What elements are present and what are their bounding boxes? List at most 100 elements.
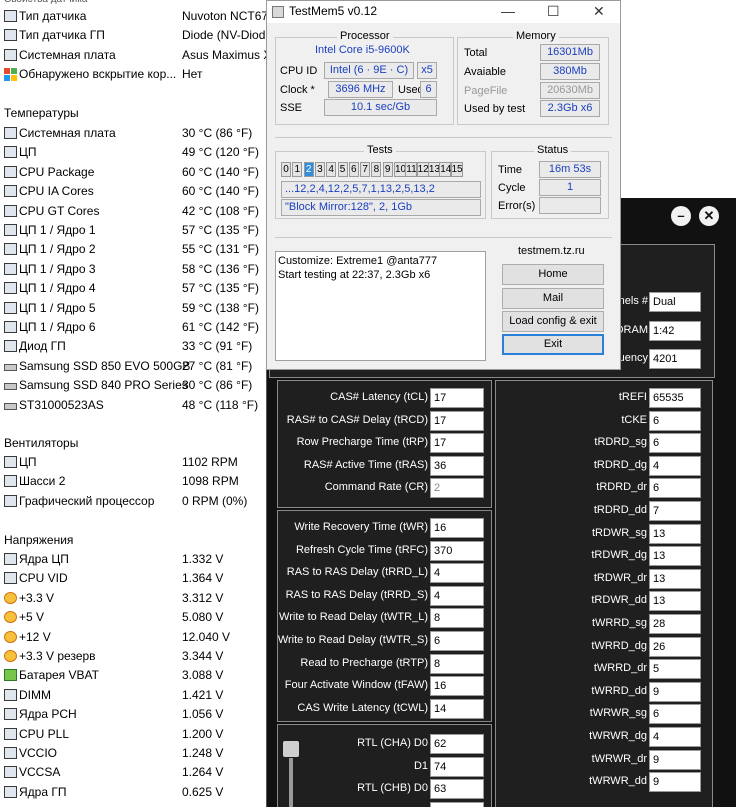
sensor-row[interactable]: CPU VID 1.364 V: [0, 569, 268, 588]
sensor-row[interactable]: CPU PLL 1.200 V: [0, 725, 268, 744]
sensor-row[interactable]: Тип датчика ГП Diode (NV-Diod: [0, 26, 268, 45]
test-cell[interactable]: 0: [281, 162, 291, 177]
sensor-row[interactable]: Samsung SSD 850 EVO 500GB 27 °C (81 °F): [0, 357, 268, 376]
timing-value[interactable]: 8: [430, 653, 484, 674]
timing-value[interactable]: 13: [649, 523, 701, 544]
timing-value[interactable]: Dual: [649, 292, 701, 312]
timing-value[interactable]: 1:42: [649, 320, 701, 341]
home-button[interactable]: Home: [502, 264, 604, 285]
title-bar[interactable]: TestMem5 v0.12 — ☐ ✕: [267, 1, 620, 23]
timing-value[interactable]: 13: [649, 546, 701, 567]
sensor-row[interactable]: Ядра ЦП 1.332 V: [0, 550, 268, 569]
sensor-row[interactable]: Тип датчика Nuvoton NCT67: [0, 7, 268, 26]
timing-value[interactable]: 7: [649, 501, 701, 521]
timing-value[interactable]: 4: [649, 727, 701, 747]
timing-value[interactable]: 9: [649, 749, 701, 770]
maximize-icon[interactable]: ☐: [547, 3, 560, 20]
timing-value[interactable]: 9: [649, 681, 701, 702]
test-cell[interactable]: 1: [292, 162, 303, 177]
load-config-exit-button[interactable]: Load config & exit: [502, 311, 604, 332]
timing-value[interactable]: 4201: [649, 349, 701, 369]
close-icon[interactable]: ✕: [699, 206, 719, 226]
test-cell[interactable]: 10: [394, 162, 406, 177]
sensor-row[interactable]: DIMM 1.421 V: [0, 686, 268, 705]
close-icon[interactable]: ✕: [593, 3, 605, 20]
timing-value[interactable]: 6: [649, 478, 701, 499]
sensor-row[interactable]: Ядра PCH 1.056 V: [0, 705, 268, 724]
timing-value[interactable]: 4: [649, 455, 701, 476]
sensor-row[interactable]: VCCSA 1.264 V: [0, 763, 268, 782]
test-cell[interactable]: 6: [348, 162, 359, 177]
timing-value[interactable]: 6: [649, 410, 701, 431]
sensor-row[interactable]: CPU GT Cores 42 °C (108 °F): [0, 202, 268, 221]
timing-value[interactable]: 5: [649, 659, 701, 680]
sensor-row[interactable]: Системная плата 30 °C (86 °F): [0, 124, 268, 143]
log-textarea[interactable]: Customize: Extreme1 @anta777 Start testi…: [275, 251, 486, 361]
timing-value[interactable]: 62: [430, 734, 484, 754]
sensor-row[interactable]: Обнаружено вскрытие кор... Нет: [0, 65, 268, 84]
site-link[interactable]: testmem.tz.ru: [518, 245, 585, 257]
test-cell[interactable]: 12: [416, 162, 429, 177]
timing-value[interactable]: 370: [430, 540, 484, 561]
test-cell[interactable]: 9: [382, 162, 393, 177]
test-cell[interactable]: 11: [405, 162, 418, 177]
timing-value[interactable]: 74: [430, 801, 484, 807]
timing-value[interactable]: 14: [430, 698, 484, 719]
sensor-row[interactable]: ЦП 1 / Ядро 1 57 °C (135 °F): [0, 221, 268, 240]
sensor-row[interactable]: +3.3 V резерв 3.344 V: [0, 647, 268, 666]
timing-value[interactable]: 17: [430, 388, 484, 408]
timing-value[interactable]: 63: [430, 779, 484, 800]
mail-button[interactable]: Mail: [502, 288, 604, 309]
test-cell[interactable]: 14: [439, 162, 451, 177]
timing-value[interactable]: 4: [430, 563, 484, 584]
test-cell[interactable]: 4: [326, 162, 337, 177]
timing-value[interactable]: 26: [649, 636, 701, 657]
sensor-row[interactable]: VCCIO 1.248 V: [0, 744, 268, 763]
timing-value[interactable]: 8: [430, 608, 484, 629]
timing-value[interactable]: 6: [649, 433, 701, 454]
test-cell[interactable]: 3: [314, 162, 325, 177]
sensor-row[interactable]: ST31000523AS 48 °C (118 °F): [0, 396, 268, 415]
sensor-row[interactable]: Системная плата Asus Maximus X: [0, 46, 271, 65]
timing-value[interactable]: 13: [649, 591, 701, 612]
sensor-row[interactable]: ЦП 1 / Ядро 6 61 °C (142 °F): [0, 318, 268, 337]
timing-value[interactable]: 2: [430, 478, 484, 499]
timing-value[interactable]: 4: [430, 585, 484, 606]
sensor-row[interactable]: +3.3 V 3.312 V: [0, 589, 268, 608]
minimize-icon[interactable]: –: [671, 206, 691, 226]
sensor-row[interactable]: ЦП 1 / Ядро 2 55 °C (131 °F): [0, 240, 268, 259]
timing-value[interactable]: 13: [649, 568, 701, 589]
sensor-row[interactable]: Батарея VBAT 3.088 V: [0, 666, 268, 685]
timing-value[interactable]: 9: [649, 772, 701, 793]
test-cell[interactable]: 8: [371, 162, 382, 177]
sensor-row[interactable]: CPU IA Cores 60 °C (140 °F): [0, 182, 268, 201]
timing-value[interactable]: 16: [430, 518, 484, 538]
sensor-row[interactable]: ЦП 1 / Ядро 3 58 °C (136 °F): [0, 260, 268, 279]
exit-button[interactable]: Exit: [502, 334, 604, 355]
timing-value[interactable]: 17: [430, 433, 484, 454]
timing-value[interactable]: 6: [430, 631, 484, 651]
sensor-row[interactable]: Графический процессор 0 RPM (0%): [0, 492, 268, 511]
sensor-row[interactable]: ЦП 1102 RPM: [0, 453, 268, 472]
test-cell[interactable]: 2: [303, 162, 314, 177]
sensor-row[interactable]: Шасси 2 1098 RPM: [0, 472, 268, 491]
sensor-row[interactable]: ЦП 49 °C (120 °F): [0, 143, 268, 162]
timing-value[interactable]: 17: [430, 410, 484, 431]
sensor-row[interactable]: Ядра ГП 0.625 V: [0, 783, 268, 802]
test-cell[interactable]: 15: [450, 162, 463, 177]
test-cell[interactable]: 7: [360, 162, 371, 177]
sensor-row[interactable]: Samsung SSD 840 PRO Series 30 °C (86 °F): [0, 376, 268, 395]
sensor-row[interactable]: Диод ГП 33 °C (91 °F): [0, 337, 268, 356]
sensor-row[interactable]: CPU Package 60 °C (140 °F): [0, 163, 268, 182]
sensor-row[interactable]: +12 V 12.040 V: [0, 628, 268, 647]
test-cell[interactable]: 13: [427, 162, 440, 177]
sensor-row[interactable]: +5 V 5.080 V: [0, 608, 268, 627]
timing-value[interactable]: 28: [649, 614, 701, 634]
timing-value[interactable]: 36: [430, 455, 484, 476]
minimize-icon[interactable]: —: [501, 3, 515, 19]
timing-value[interactable]: 16: [430, 676, 484, 697]
sensor-row[interactable]: ЦП 1 / Ядро 4 57 °C (135 °F): [0, 279, 268, 298]
slider-handle[interactable]: [283, 741, 299, 757]
timing-value[interactable]: 6: [649, 704, 701, 725]
timing-value[interactable]: 65535: [649, 388, 701, 408]
